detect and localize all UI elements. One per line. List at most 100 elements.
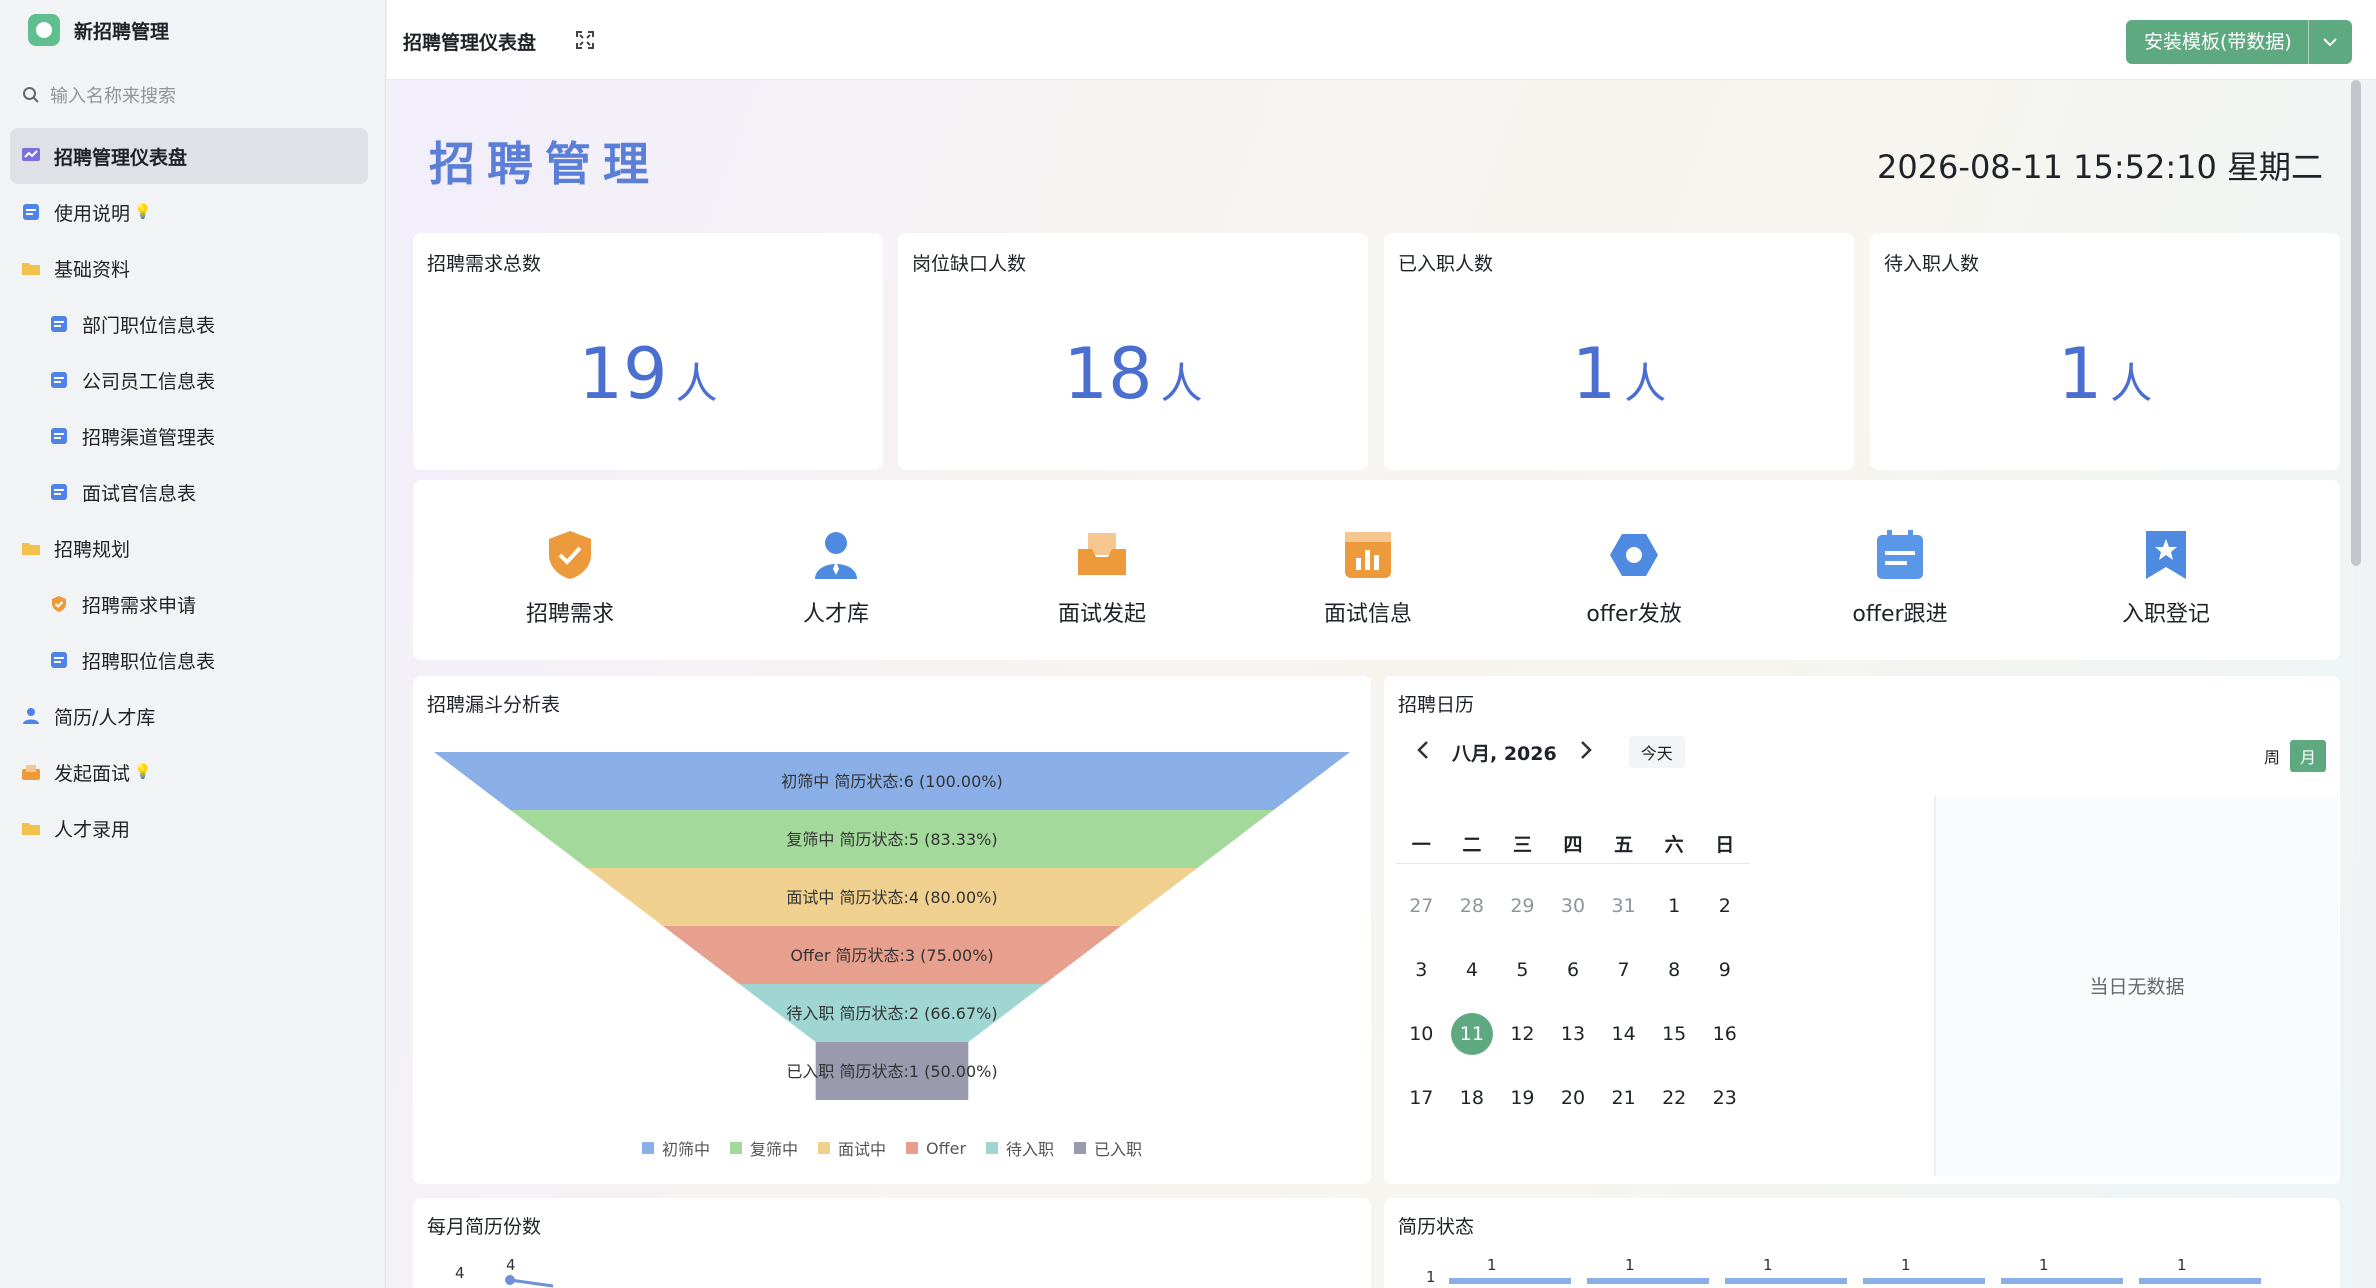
chevron-left-icon[interactable] (1416, 740, 1430, 765)
calendar-day[interactable]: 2 (1699, 895, 1750, 917)
legend-item[interactable]: 待入职 (986, 1136, 1054, 1160)
calendar-day-selected[interactable]: 11 (1447, 1013, 1498, 1055)
calendar-day[interactable]: 17 (1396, 1087, 1447, 1109)
sidebar-item-basic-data[interactable]: 基础资料 (10, 240, 368, 296)
calendar-day[interactable]: 29 (1497, 895, 1548, 917)
weekday-label: 四 (1563, 834, 1583, 856)
calendar-day[interactable]: 8 (1649, 959, 1700, 981)
vertical-scrollbar[interactable] (2351, 80, 2361, 566)
sidebar-item-channels[interactable]: 招聘渠道管理表 (10, 408, 368, 464)
view-week-button[interactable]: 周 (2254, 740, 2290, 772)
legend-item[interactable]: 面试中 (817, 1136, 886, 1160)
sidebar-item-demand-request[interactable]: 招聘需求申请 (10, 576, 368, 632)
sidebar-item-start-interview[interactable]: 发起面试 💡 (10, 744, 368, 800)
shield-icon (48, 593, 70, 615)
stat-card-pending-onboard: 待入职人数 1人 (1870, 233, 2340, 470)
calendar-day[interactable]: 31 (1598, 895, 1649, 917)
install-template-button[interactable]: 安装模板(带数据) (2126, 20, 2352, 64)
y-tick-label: 1 (1426, 1268, 1436, 1286)
sidebar-item-guide[interactable]: 使用说明 💡 (10, 184, 368, 240)
calendar-day[interactable]: 5 (1497, 959, 1548, 981)
table-icon (48, 369, 70, 391)
table-icon (48, 425, 70, 447)
dashboard-title: 招聘管理 (429, 137, 661, 191)
calendar-day[interactable]: 20 (1548, 1087, 1599, 1109)
bar (2001, 1278, 2123, 1284)
today-button[interactable]: 今天 (1628, 736, 1685, 768)
calendar-week: 3 4 5 6 7 8 9 (1396, 938, 1750, 1002)
calendar-day[interactable]: 18 (1447, 1087, 1498, 1109)
calendar-day[interactable]: 6 (1548, 959, 1599, 981)
panel-title: 简历状态 (1398, 1216, 1475, 1238)
legend-item[interactable]: 复筛中 (729, 1136, 798, 1160)
calendar-day[interactable]: 30 (1548, 895, 1599, 917)
quick-link-label: 招聘需求 (525, 602, 614, 627)
legend-item[interactable]: 已入职 (1074, 1136, 1142, 1160)
hexagon-icon (1607, 528, 1661, 582)
sidebar-item-dashboard[interactable]: 招聘管理仪表盘 (10, 128, 368, 184)
quick-link-label: 面试发起 (1057, 602, 1146, 627)
sidebar-item-planning[interactable]: 招聘规划 (10, 520, 368, 576)
sidebar-item-hiring[interactable]: 人才录用 (10, 800, 368, 856)
quick-link-offer-followup[interactable]: offer跟进 (1810, 528, 1990, 628)
quick-link-onboard-register[interactable]: 入职登记 (2076, 528, 2256, 628)
legend-item[interactable]: 初筛中 (641, 1136, 710, 1160)
sidebar-item-label: 面试官信息表 (82, 482, 197, 505)
sidebar-item-talent-pool[interactable]: 简历/人才库 (10, 688, 368, 744)
sidebar-item-label: 人才录用 (54, 818, 131, 841)
calendar-day[interactable]: 28 (1447, 895, 1498, 917)
quick-link-label: offer发放 (1586, 602, 1682, 627)
calendar-day[interactable]: 1 (1649, 895, 1700, 917)
quick-link-offer-issue[interactable]: offer发放 (1544, 528, 1724, 628)
legend-item[interactable]: Offer (905, 1136, 966, 1160)
view-month-button[interactable]: 月 (2289, 740, 2326, 772)
fullscreen-icon[interactable] (575, 30, 595, 54)
panel-title: 每月简历份数 (427, 1216, 542, 1238)
calendar-day[interactable]: 3 (1396, 959, 1447, 981)
calendar-day[interactable]: 21 (1598, 1087, 1649, 1109)
lightbulb-icon: 💡 (134, 204, 152, 220)
funnel-label: Offer 简历状态:3 (75.00%) (790, 946, 993, 965)
calendar-day[interactable]: 27 (1396, 895, 1447, 917)
quick-link-start-interview[interactable]: 面试发起 (1012, 528, 1192, 628)
bar-label: 1 (1901, 1256, 1911, 1274)
sidebar-nav: 招聘管理仪表盘 使用说明 💡 基础资料 部门职位信息表 公司员工信息表 招聘渠道… (10, 128, 368, 856)
calendar-day[interactable]: 12 (1497, 1023, 1548, 1045)
bar-chart-icon (1341, 528, 1395, 582)
calendar-day[interactable]: 7 (1598, 959, 1649, 981)
weekday-label: 三 (1512, 834, 1532, 856)
stat-card-demand-total: 招聘需求总数 19 人 (413, 233, 883, 470)
calendar-day[interactable]: 10 (1396, 1023, 1447, 1045)
weekday-label: 六 (1664, 834, 1684, 856)
search-input[interactable]: 输入名称来搜索 (22, 80, 176, 110)
sidebar-item-dept-positions[interactable]: 部门职位信息表 (10, 296, 368, 352)
calendar-day[interactable]: 19 (1497, 1087, 1548, 1109)
legend-label: 待入职 (1006, 1140, 1055, 1159)
calendar-day[interactable]: 16 (1699, 1023, 1750, 1045)
shield-check-icon (543, 528, 597, 582)
box-icon (20, 761, 42, 783)
calendar-day[interactable]: 15 (1649, 1023, 1700, 1045)
chevron-down-icon[interactable] (2307, 20, 2352, 64)
sidebar-item-interviewers[interactable]: 面试官信息表 (10, 464, 368, 520)
calendar-day[interactable]: 23 (1699, 1087, 1750, 1109)
sidebar-item-label: 公司员工信息表 (82, 370, 216, 393)
funnel-legend: 初筛中 复筛中 面试中 Offer 待入职 已入职 (413, 1136, 1371, 1160)
stat-unit: 人 (2110, 359, 2153, 408)
sidebar-item-employees[interactable]: 公司员工信息表 (10, 352, 368, 408)
person-icon (20, 705, 42, 727)
chevron-right-icon[interactable] (1579, 740, 1593, 765)
search-icon (23, 87, 39, 103)
sidebar: 新招聘管理 输入名称来搜索 招聘管理仪表盘 使用说明 💡 基础资料 部门职位信息… (0, 0, 386, 1288)
quick-link-demand[interactable]: 招聘需求 (480, 528, 660, 628)
calendar-day[interactable]: 4 (1447, 959, 1498, 981)
calendar-day[interactable]: 13 (1548, 1023, 1599, 1045)
calendar-day[interactable]: 9 (1699, 959, 1750, 981)
calendar-day[interactable]: 22 (1649, 1087, 1700, 1109)
sidebar-item-job-positions[interactable]: 招聘职位信息表 (10, 632, 368, 688)
calendar-day[interactable]: 14 (1598, 1023, 1649, 1045)
dashboard-canvas: 招聘管理 2026-08-11 15:52:10 星期二 招聘需求总数 19 人 … (393, 80, 2353, 1288)
quick-link-talent-pool[interactable]: 人才库 (746, 528, 926, 628)
quick-link-interview-info[interactable]: 面试信息 (1278, 528, 1458, 628)
weekday-label: 二 (1462, 834, 1482, 856)
